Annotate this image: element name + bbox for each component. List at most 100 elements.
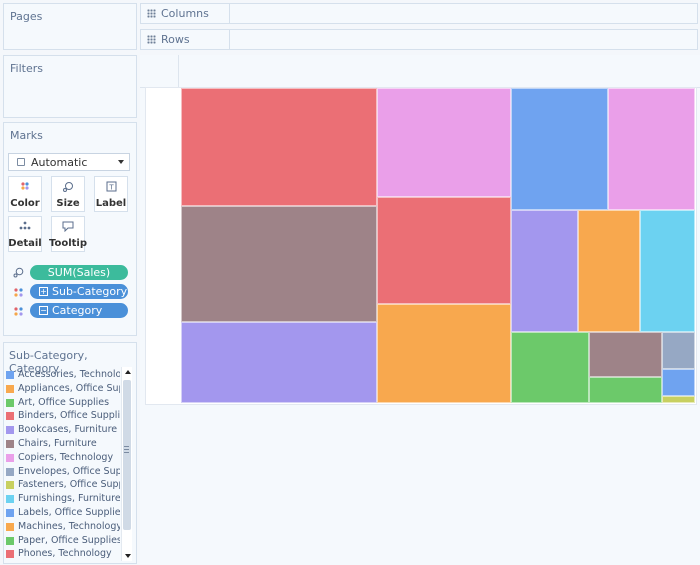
rows-grid-icon [147, 35, 156, 44]
legend-item[interactable]: Phones, Technology [6, 548, 120, 561]
columns-label: Columns [161, 7, 209, 20]
treemap-tile-art[interactable] [511, 332, 589, 403]
tooltip-button[interactable]: Tooltip [48, 216, 88, 252]
treemap-tile-copiers-2[interactable] [608, 88, 695, 210]
legend-item-label: Accessories, Technology [18, 369, 120, 380]
legend-swatch [6, 467, 14, 476]
color-button-label: Color [10, 198, 40, 209]
shelf-divider [229, 30, 230, 49]
mark-type-dropdown[interactable]: Automatic [8, 153, 130, 171]
columns-shelf[interactable]: Columns [140, 3, 698, 24]
expand-plus-icon[interactable]: + [39, 287, 48, 296]
tooltip-button-label: Tooltip [48, 238, 88, 249]
filters-panel[interactable]: Filters [3, 55, 137, 118]
legend-item[interactable]: Machines, Technology [6, 521, 120, 534]
legend-swatch [6, 481, 14, 490]
size-button[interactable]: Size [51, 176, 85, 212]
legend-swatch [6, 453, 14, 462]
legend-item[interactable]: Furnishings, Furniture [6, 493, 120, 506]
treemap-tile-bookcases[interactable] [181, 322, 377, 403]
sub-category-pill[interactable]: + Sub-Category [30, 284, 128, 299]
legend-item-label: Labels, Office Supplies [18, 507, 120, 518]
legend-item-label: Appliances, Office Supp... [18, 382, 120, 394]
legend-scrollbar[interactable] [121, 367, 132, 561]
color-dots-icon [14, 307, 23, 316]
legend-swatch [6, 384, 14, 393]
treemap-tile-art-2[interactable] [589, 377, 662, 403]
treemap-tile-bookcases-2[interactable] [511, 210, 578, 332]
treemap-tile-fasteners[interactable] [662, 396, 695, 403]
color-button[interactable]: Color [8, 176, 42, 212]
legend-item[interactable]: Fasteners, Office Suppli... [6, 479, 120, 492]
legend-item[interactable]: Envelopes, Office Suppl... [6, 466, 120, 479]
legend-swatch [6, 522, 14, 531]
legend-item-label: Envelopes, Office Suppl... [18, 465, 120, 477]
pill-label: Sub-Category [52, 285, 128, 298]
legend-item-label: Paper, Office Supplies [18, 534, 120, 546]
grip-icon [124, 446, 129, 453]
legend-item-label: Phones, Technology [18, 548, 112, 560]
pages-title: Pages [10, 10, 43, 23]
legend-item[interactable]: Chairs, Furniture [6, 438, 120, 451]
rows-shelf[interactable]: Rows [140, 29, 698, 50]
color-dots-icon [14, 288, 23, 297]
treemap-tile-phones[interactable] [181, 88, 377, 206]
treemap-tile-appliances[interactable] [578, 210, 640, 332]
treemap-tile-binders[interactable] [377, 197, 511, 304]
treemap-tile-envelopes[interactable] [662, 332, 695, 369]
legend-item[interactable]: Paper, Office Supplies [6, 535, 120, 548]
legend-item[interactable]: Art, Office Supplies [6, 397, 120, 410]
treemap-tile-chairs[interactable] [181, 206, 377, 322]
label-button[interactable]: T Label [94, 176, 128, 212]
collapse-minus-icon[interactable]: − [39, 306, 48, 315]
scroll-up-icon[interactable] [125, 370, 131, 374]
treemap-tile-copiers[interactable] [377, 88, 511, 197]
size-icon [52, 181, 84, 193]
legend-item[interactable]: Copiers, Technology [6, 452, 120, 465]
legend-item[interactable]: Labels, Office Supplies [6, 507, 120, 520]
pill-label: Category [52, 304, 103, 317]
detail-button[interactable]: Detail [8, 216, 42, 252]
legend-item[interactable]: Binders, Office Supplies [6, 410, 120, 423]
pages-panel: Pages [3, 3, 137, 50]
columns-grid-icon [147, 9, 156, 18]
treemap-tile-accessories[interactable] [511, 88, 608, 210]
rows-label: Rows [161, 33, 190, 46]
category-pill[interactable]: − Category [30, 303, 128, 318]
header-divider [178, 55, 179, 87]
legend-swatch [6, 398, 14, 407]
treemap-tile-labels[interactable] [662, 369, 695, 396]
square-mark-icon [17, 158, 25, 166]
legend-item-label: Binders, Office Supplies [18, 410, 120, 422]
treemap-tile-furnishings[interactable] [640, 210, 695, 332]
legend-swatch [6, 509, 14, 517]
marks-title: Marks [10, 129, 43, 142]
mark-type-label: Automatic [31, 156, 88, 169]
color-dots-icon [9, 181, 41, 193]
filters-title: Filters [10, 62, 43, 75]
legend-swatch [6, 440, 14, 448]
treemap-tile-machines[interactable] [377, 304, 511, 403]
treemap-tile-chairs-2[interactable] [589, 332, 662, 377]
legend-item-label: Art, Office Supplies [18, 396, 110, 408]
label-button-label: Label [95, 198, 127, 209]
scroll-down-icon[interactable] [125, 554, 131, 558]
legend-swatch [6, 536, 14, 545]
legend-item[interactable]: Appliances, Office Supp... [6, 383, 120, 396]
legend-swatch [6, 426, 14, 435]
size-button-label: Size [56, 198, 80, 209]
scroll-thumb[interactable] [123, 380, 131, 530]
legend-item[interactable]: Accessories, Technology [6, 369, 120, 382]
legend-swatch [6, 412, 14, 421]
legend-item-label: Bookcases, Furniture [18, 424, 118, 436]
size-icon [13, 267, 24, 278]
legend-item-label: Machines, Technology [18, 520, 120, 532]
legend-item-label: Furnishings, Furniture [18, 493, 120, 505]
legend-item-label: Copiers, Technology [18, 451, 114, 463]
sum-sales-pill[interactable]: SUM(Sales) [30, 265, 128, 280]
shelf-divider [229, 4, 230, 23]
pill-label: SUM(Sales) [47, 266, 111, 279]
legend-item[interactable]: Bookcases, Furniture [6, 424, 120, 437]
svg-text:T: T [108, 184, 114, 192]
legend-swatch [6, 495, 14, 504]
